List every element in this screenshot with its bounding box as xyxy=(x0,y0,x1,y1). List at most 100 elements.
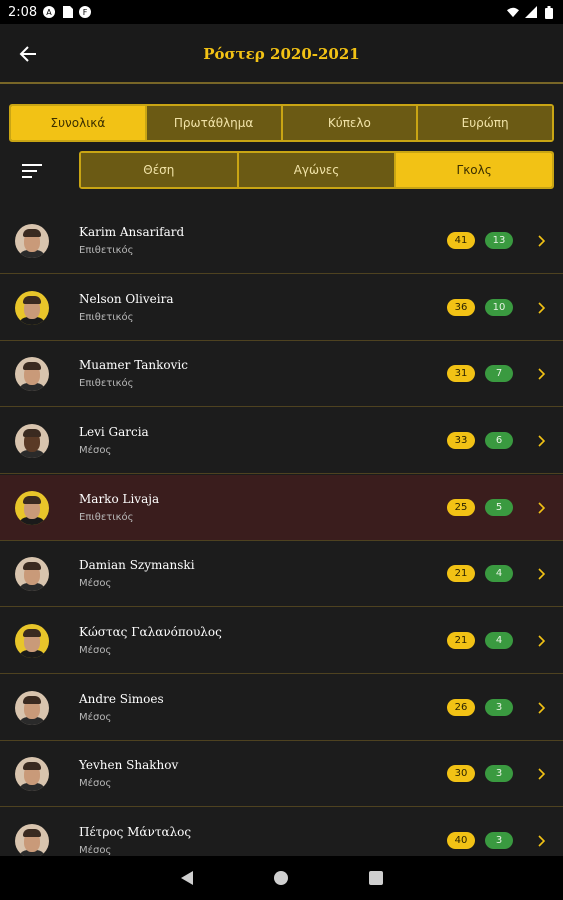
tab-cup[interactable]: Κύπελο xyxy=(282,106,419,140)
chevron-right-icon[interactable] xyxy=(535,565,547,583)
player-name: Πέτρος Μάνταλος xyxy=(79,825,192,839)
wifi-icon xyxy=(507,6,519,18)
home-circle-icon[interactable] xyxy=(261,858,301,898)
avatar xyxy=(15,491,49,525)
a-circle-icon: A xyxy=(43,6,56,18)
back-button[interactable] xyxy=(14,40,42,68)
appearances-badge: 40 xyxy=(447,832,475,849)
player-position: Μέσος xyxy=(79,845,112,856)
sort-filter-icon[interactable] xyxy=(22,158,48,184)
tab-europe[interactable]: Ευρώπη xyxy=(418,106,552,140)
player-row[interactable]: Πέτρος Μάνταλος Μέσος 40 3 xyxy=(0,808,563,856)
chevron-right-icon[interactable] xyxy=(535,632,547,650)
page-title: Ρόστερ 2020-2021 xyxy=(203,45,360,63)
avatar xyxy=(15,224,49,258)
player-name: Andre Simoes xyxy=(79,692,164,706)
avatar xyxy=(15,691,49,725)
player-name: Levi Garcia xyxy=(79,425,149,439)
goals-badge: 6 xyxy=(485,432,513,449)
goals-badge: 3 xyxy=(485,699,513,716)
sort-tab-position[interactable]: Θέση xyxy=(81,153,239,187)
goals-badge: 4 xyxy=(485,565,513,582)
arrow-left-icon xyxy=(19,46,36,62)
appearances-badge: 41 xyxy=(447,232,475,249)
status-left: 2:08 A F xyxy=(8,4,92,20)
player-row[interactable]: Karim Ansarifard Επιθετικός 41 13 xyxy=(0,208,563,274)
player-name: Marko Livaja xyxy=(79,492,160,506)
appearances-badge: 21 xyxy=(447,632,475,649)
f-circle-icon: F xyxy=(79,6,92,18)
appearances-badge: 36 xyxy=(447,299,475,316)
appearances-badge: 30 xyxy=(447,765,475,782)
goals-badge: 5 xyxy=(485,499,513,516)
avatar xyxy=(15,624,49,658)
player-position: Μέσος xyxy=(79,712,112,723)
player-name: Nelson Oliveira xyxy=(79,292,174,306)
svg-text:F: F xyxy=(83,8,88,17)
chevron-right-icon[interactable] xyxy=(535,499,547,517)
player-row[interactable]: Κώστας Γαλανόπουλος Μέσος 21 4 xyxy=(0,608,563,674)
sd-card-icon xyxy=(61,6,73,18)
avatar xyxy=(15,757,49,791)
player-row[interactable]: Muamer Tankovic Επιθετικός 31 7 xyxy=(0,341,563,407)
cell-signal-icon xyxy=(525,6,537,18)
player-name: Yevhen Shakhov xyxy=(79,758,179,772)
player-position: Μέσος xyxy=(79,645,112,656)
avatar xyxy=(15,357,49,391)
goals-badge: 3 xyxy=(485,765,513,782)
player-name: Damian Szymanski xyxy=(79,558,195,572)
avatar xyxy=(15,824,49,856)
appearances-badge: 21 xyxy=(447,565,475,582)
appearances-badge: 26 xyxy=(447,699,475,716)
player-position: Επιθετικός xyxy=(79,245,134,256)
appearances-badge: 25 xyxy=(447,499,475,516)
player-position: Επιθετικός xyxy=(79,378,134,389)
player-position: Μέσος xyxy=(79,445,112,456)
goals-badge: 10 xyxy=(485,299,513,316)
player-row[interactable]: Marko Livaja Επιθετικός 25 5 xyxy=(0,475,563,541)
player-row[interactable]: Andre Simoes Μέσος 26 3 xyxy=(0,675,563,741)
system-nav-bar xyxy=(0,856,563,900)
appearances-badge: 33 xyxy=(447,432,475,449)
goals-badge: 3 xyxy=(485,832,513,849)
player-row[interactable]: Nelson Oliveira Επιθετικός 36 10 xyxy=(0,275,563,341)
player-row[interactable]: Damian Szymanski Μέσος 21 4 xyxy=(0,541,563,607)
tab-league[interactable]: Πρωτάθλημα xyxy=(146,106,283,140)
player-position: Μέσος xyxy=(79,778,112,789)
chevron-right-icon[interactable] xyxy=(535,365,547,383)
player-name: Karim Ansarifard xyxy=(79,225,185,239)
header-divider xyxy=(0,82,563,84)
chevron-right-icon[interactable] xyxy=(535,232,547,250)
tab-total[interactable]: Συνολικά xyxy=(11,106,147,140)
sort-tab-goals[interactable]: Γκολς xyxy=(396,153,552,187)
app-bar: Ρόστερ 2020-2021 xyxy=(0,24,563,84)
status-time: 2:08 xyxy=(8,4,38,20)
chevron-right-icon[interactable] xyxy=(535,765,547,783)
player-name: Κώστας Γαλανόπουλος xyxy=(79,625,222,639)
sort-tabs: Θέση Αγώνες Γκολς xyxy=(79,151,554,189)
svg-text:A: A xyxy=(46,8,52,17)
avatar xyxy=(15,291,49,325)
player-name: Muamer Tankovic xyxy=(79,358,188,372)
goals-badge: 13 xyxy=(485,232,513,249)
battery-icon xyxy=(543,5,555,19)
avatar xyxy=(15,424,49,458)
player-position: Επιθετικός xyxy=(79,312,134,323)
status-right xyxy=(507,5,555,19)
player-position: Επιθετικός xyxy=(79,512,134,523)
goals-badge: 7 xyxy=(485,365,513,382)
sort-tab-matches[interactable]: Αγώνες xyxy=(238,153,397,187)
recents-square-icon[interactable] xyxy=(356,858,396,898)
player-row[interactable]: Yevhen Shakhov Μέσος 30 3 xyxy=(0,741,563,807)
back-triangle-icon[interactable] xyxy=(167,858,207,898)
chevron-right-icon[interactable] xyxy=(535,832,547,850)
chevron-right-icon[interactable] xyxy=(535,699,547,717)
avatar xyxy=(15,557,49,591)
competition-tabs: Συνολικά Πρωτάθλημα Κύπελο Ευρώπη xyxy=(9,104,554,142)
player-row[interactable]: Levi Garcia Μέσος 33 6 xyxy=(0,408,563,474)
status-bar: 2:08 A F xyxy=(0,0,563,24)
chevron-right-icon[interactable] xyxy=(535,432,547,450)
player-position: Μέσος xyxy=(79,578,112,589)
chevron-right-icon[interactable] xyxy=(535,299,547,317)
appearances-badge: 31 xyxy=(447,365,475,382)
